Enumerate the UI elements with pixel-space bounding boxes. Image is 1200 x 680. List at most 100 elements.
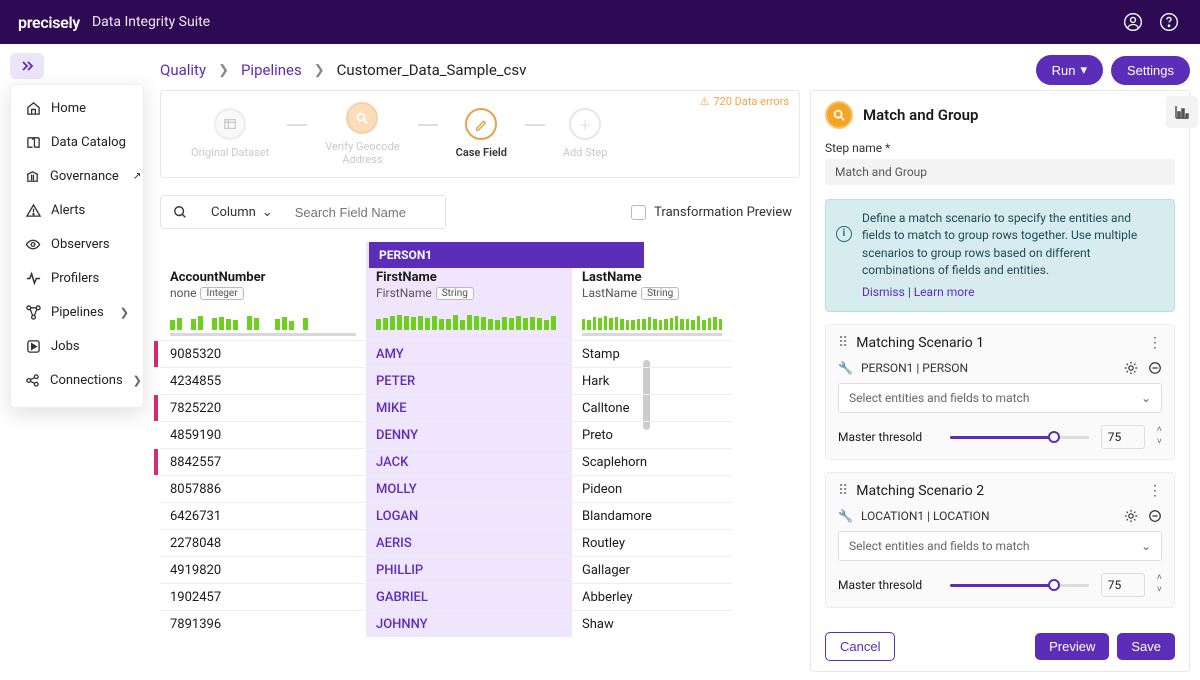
step-name-input[interactable]: Match and Group <box>825 159 1175 185</box>
threshold-value[interactable]: 75 <box>1101 573 1145 597</box>
remove-icon[interactable] <box>1148 361 1162 375</box>
type-tag: String <box>641 287 679 300</box>
table-cell[interactable]: JOHNNY <box>366 610 572 637</box>
sidebar-item-label: Profilers <box>51 271 99 286</box>
gear-icon[interactable] <box>1124 361 1138 375</box>
threshold-slider[interactable] <box>950 430 1089 444</box>
settings-button[interactable]: Settings <box>1111 56 1190 85</box>
table-cell[interactable]: Scaplehorn <box>572 448 732 475</box>
transformation-preview-label: Transformation Preview <box>654 205 792 220</box>
table-cell[interactable]: 6426731 <box>160 502 366 529</box>
table-cell[interactable]: MIKE <box>366 394 572 421</box>
sidebar-item-jobs[interactable]: Jobs <box>11 329 143 363</box>
crumb-pipelines[interactable]: Pipelines <box>241 61 302 79</box>
app-topbar: precisely Data Integrity Suite <box>0 0 1200 44</box>
table-cell[interactable]: GABRIEL <box>366 583 572 610</box>
sidebar-item-data-catalog[interactable]: Data Catalog <box>11 125 143 159</box>
user-icon[interactable] <box>1120 9 1146 35</box>
cancel-button[interactable]: Cancel <box>825 632 895 661</box>
search-icon[interactable] <box>161 196 199 228</box>
threshold-stepper[interactable]: ˄˅ <box>1157 574 1162 595</box>
table-cell[interactable]: MOLLY <box>366 475 572 502</box>
save-button[interactable]: Save <box>1117 633 1175 660</box>
filter-row: Column ⌄ Transformation Preview <box>160 194 800 230</box>
step-add[interactable]: ＋ Add Step <box>563 108 607 159</box>
table-cell[interactable]: 4234855 <box>160 367 366 394</box>
table-cell[interactable]: AERIS <box>366 529 572 556</box>
table-cell[interactable]: Blandamore <box>572 502 732 529</box>
table-cell[interactable]: PHILLIP <box>366 556 572 583</box>
table-cell[interactable]: Routley <box>572 529 732 556</box>
learn-more-link[interactable]: Learn more <box>914 285 975 299</box>
entity-select[interactable]: Select entities and fields to match⌄ <box>838 383 1162 413</box>
threshold-value[interactable]: 75 <box>1101 425 1145 449</box>
info-text: Define a match scenario to specify the e… <box>862 211 1137 277</box>
matching-scenario-1: ⠿Matching Scenario 1⋮🔧PERSON1 | PERSONSe… <box>825 324 1175 460</box>
step-case-field[interactable]: Case Field <box>456 108 507 159</box>
table-cell[interactable]: LOGAN <box>366 502 572 529</box>
step-verify-geocode[interactable]: Verify Geocode Address <box>325 102 399 166</box>
transformation-preview-toggle[interactable]: Transformation Preview <box>631 205 800 220</box>
play-icon <box>25 338 41 354</box>
preview-button[interactable]: Preview <box>1035 633 1109 660</box>
sidebar-item-label: Data Catalog <box>51 135 126 150</box>
table-cell[interactable]: Preto <box>572 421 732 448</box>
sidebar-item-alerts[interactable]: Alerts <box>11 193 143 227</box>
table-cell[interactable]: 2278048 <box>160 529 366 556</box>
entity-select[interactable]: Select entities and fields to match⌄ <box>838 531 1162 561</box>
dismiss-link[interactable]: Dismiss <box>862 285 905 299</box>
sidebar-item-observers[interactable]: Observers <box>11 227 143 261</box>
search-input[interactable] <box>285 196 445 228</box>
threshold-slider[interactable] <box>950 578 1089 592</box>
table-cell[interactable]: 8057886 <box>160 475 366 502</box>
sidebar-toggle[interactable] <box>10 53 44 79</box>
table-cell[interactable]: 4859190 <box>160 421 366 448</box>
sidebar-item-label: Governance <box>50 169 119 184</box>
table-cell[interactable]: 7891396 <box>160 610 366 637</box>
sidebar-item-pipelines[interactable]: Pipelines❯ <box>11 295 143 329</box>
sidebar-item-home[interactable]: Home <box>11 91 143 125</box>
table-cell[interactable]: Gallager <box>572 556 732 583</box>
scenario-subtitle: LOCATION1 | LOCATION <box>861 509 990 523</box>
run-button[interactable]: Run▾ <box>1036 55 1103 85</box>
col-sub-first: FirstName String <box>366 285 572 306</box>
table-cell[interactable]: Pideon <box>572 475 732 502</box>
gear-icon[interactable] <box>1124 509 1138 523</box>
table-cell[interactable]: 8842557 <box>160 448 366 475</box>
checkbox-icon[interactable] <box>631 205 646 220</box>
help-icon[interactable] <box>1156 9 1182 35</box>
column-dropdown[interactable]: Column ⌄ <box>199 196 285 228</box>
brand-logo: precisely Data Integrity Suite <box>18 13 210 32</box>
drag-handle-icon[interactable]: ⠿ <box>838 335 848 351</box>
warning-icon: ⚠ <box>699 95 709 108</box>
chart-insights-icon[interactable] <box>1166 96 1198 128</box>
crumb-quality[interactable]: Quality <box>160 61 206 79</box>
sidebar-item-profilers[interactable]: Profilers <box>11 261 143 295</box>
table-cell[interactable]: Stamp <box>572 340 732 367</box>
table-cell[interactable]: Calltone <box>572 394 732 421</box>
threshold-stepper[interactable]: ˄˅ <box>1157 426 1162 447</box>
table-cell[interactable]: 1902457 <box>160 583 366 610</box>
data-errors-badge[interactable]: ⚠ 720 Data errors <box>699 95 789 108</box>
sidebar-item-label: Connections <box>50 373 123 388</box>
kebab-menu-icon[interactable]: ⋮ <box>1148 483 1162 499</box>
drag-handle-icon[interactable]: ⠿ <box>838 483 848 499</box>
table-cell[interactable]: 9085320 <box>160 340 366 367</box>
sidebar-item-label: Observers <box>51 237 110 252</box>
sidebar: Home Data Catalog Governance↗Alerts Observe… <box>10 84 144 408</box>
step-original[interactable]: Original Dataset <box>191 108 269 159</box>
table-cell[interactable]: JACK <box>366 448 572 475</box>
table-cell[interactable]: DENNY <box>366 421 572 448</box>
sidebar-item-connections[interactable]: Connections❯ <box>11 363 143 397</box>
table-cell[interactable]: Shaw <box>572 610 732 637</box>
kebab-menu-icon[interactable]: ⋮ <box>1148 335 1162 351</box>
table-cell[interactable]: AMY <box>366 340 572 367</box>
table-cell[interactable]: 4919820 <box>160 556 366 583</box>
sidebar-item-governance[interactable]: Governance↗ <box>11 159 143 193</box>
table-cell[interactable]: Abberley <box>572 583 732 610</box>
remove-icon[interactable] <box>1148 509 1162 523</box>
table-cell[interactable]: Hark <box>572 367 732 394</box>
table-cell[interactable]: PETER <box>366 367 572 394</box>
table-cell[interactable]: 7825220 <box>160 394 366 421</box>
pipeline-steps: ⚠ 720 Data errors Original Dataset Verif… <box>160 90 800 178</box>
